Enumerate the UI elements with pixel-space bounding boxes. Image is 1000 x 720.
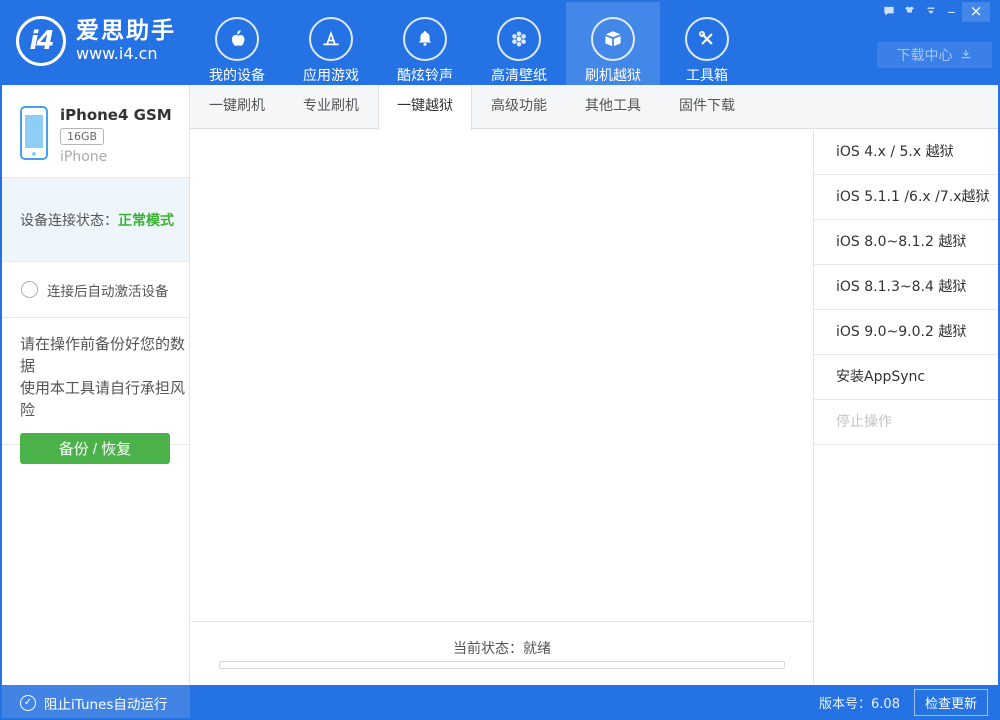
nav-label: 我的设备 (209, 65, 265, 85)
flower-icon (497, 17, 541, 61)
device-capacity-badge: 16GB (60, 128, 104, 145)
device-name: iPhone4 GSM (60, 106, 172, 124)
nav-item-wallpapers[interactable]: 高清壁纸 (472, 0, 566, 85)
menu-item-stop-operation[interactable]: 停止操作 (814, 400, 1000, 445)
apple-icon (215, 17, 259, 61)
block-itunes-label: 阻止iTunes自动运行 (44, 693, 167, 713)
jailbreak-menu: iOS 4.x / 5.x 越狱 iOS 5.1.1 /6.x /7.x越狱 i… (813, 130, 1000, 685)
auto-activate-option[interactable]: 连接后自动激活设备 (0, 262, 189, 318)
download-center-label: 下载中心 (897, 45, 953, 65)
main-nav: 我的设备 应用游戏 酷炫铃声 高清壁纸 (190, 0, 754, 85)
menu-item-ios813-84[interactable]: iOS 8.1.3~8.4 越狱 (814, 265, 1000, 310)
app-logo: i4 爱思助手 www.i4.cn (16, 16, 176, 66)
connection-status-label: 设备连接状态： (20, 210, 118, 230)
check-update-button[interactable]: 检查更新 (914, 689, 988, 716)
feedback-icon[interactable] (878, 0, 899, 22)
tab-advanced[interactable]: 高级功能 (472, 85, 566, 129)
nav-item-apps-games[interactable]: 应用游戏 (284, 0, 378, 85)
nav-item-flash-jailbreak[interactable]: 刷机越狱 (566, 0, 660, 85)
iphone-icon (20, 106, 48, 160)
logo-i4-icon: i4 (16, 16, 66, 66)
collapse-icon[interactable] (920, 0, 941, 22)
nav-label: 高清壁纸 (491, 65, 547, 85)
footer-bar: ✓ 阻止iTunes自动运行 版本号：6.08 检查更新 (0, 685, 1000, 720)
progress-bar (219, 661, 785, 669)
app-title: 爱思助手 (76, 19, 176, 44)
tab-pro-flash[interactable]: 专业刷机 (284, 85, 378, 129)
menu-item-ios511-6-7[interactable]: iOS 5.1.1 /6.x /7.x越狱 (814, 175, 1000, 220)
close-icon[interactable]: × (962, 0, 990, 22)
main-content: 当前状态：就绪 (191, 130, 813, 685)
warning-line-2: 使用本工具请自行承担风险 (20, 377, 189, 421)
current-status-text: 当前状态：就绪 (191, 638, 813, 658)
connection-status-value: 正常模式 (118, 210, 174, 230)
nav-item-my-devices[interactable]: 我的设备 (190, 0, 284, 85)
auto-activate-radio[interactable] (21, 281, 38, 298)
auto-activate-label: 连接后自动激活设备 (47, 280, 169, 300)
box-icon (591, 17, 635, 61)
app-window: i4 爱思助手 www.i4.cn 我的设备 应用游戏 (0, 0, 1000, 720)
menu-item-install-appsync[interactable]: 安装AppSync (814, 355, 1000, 400)
backup-restore-button[interactable]: 备份 / 恢复 (20, 433, 170, 464)
app-url: www.i4.cn (76, 44, 176, 64)
nav-label: 酷炫铃声 (397, 65, 453, 85)
connection-status-section: 设备连接状态：正常模式 (0, 178, 189, 262)
tools-icon (685, 17, 729, 61)
download-icon (959, 48, 973, 62)
block-itunes-option[interactable]: ✓ 阻止iTunes自动运行 (0, 685, 190, 720)
titlebar-controls: – × (878, 0, 990, 22)
version-text: 版本号：6.08 (819, 693, 900, 712)
nav-label: 应用游戏 (303, 65, 359, 85)
warning-line-1: 请在操作前备份好您的数据 (20, 333, 189, 377)
appstore-icon (309, 17, 353, 61)
tab-one-key-jailbreak[interactable]: 一键越狱 (378, 85, 472, 130)
nav-item-ringtones[interactable]: 酷炫铃声 (378, 0, 472, 85)
warning-section: 请在操作前备份好您的数据 使用本工具请自行承担风险 备份 / 恢复 (0, 318, 189, 445)
status-divider (191, 621, 813, 622)
check-circle-icon[interactable]: ✓ (20, 695, 36, 711)
device-info-section: iPhone4 GSM 16GB iPhone (0, 85, 189, 178)
device-type: iPhone (60, 149, 172, 165)
minimize-icon[interactable]: – (941, 0, 962, 22)
tab-firmware-download[interactable]: 固件下载 (660, 85, 754, 129)
jailbreak-tabbar: 一键刷机 专业刷机 一键越狱 高级功能 其他工具 固件下载 (190, 85, 1000, 129)
header: i4 爱思助手 www.i4.cn 我的设备 应用游戏 (0, 0, 1000, 85)
device-sidebar: iPhone4 GSM 16GB iPhone 设备连接状态：正常模式 连接后自… (0, 85, 190, 685)
download-center-button[interactable]: 下载中心 (877, 42, 992, 68)
skin-icon[interactable] (899, 0, 920, 22)
nav-label: 刷机越狱 (585, 65, 641, 85)
menu-item-ios4-5[interactable]: iOS 4.x / 5.x 越狱 (814, 130, 1000, 175)
menu-item-ios80-812[interactable]: iOS 8.0~8.1.2 越狱 (814, 220, 1000, 265)
tab-one-key-flash[interactable]: 一键刷机 (190, 85, 284, 129)
tab-other-tools[interactable]: 其他工具 (566, 85, 660, 129)
bell-icon (403, 17, 447, 61)
nav-item-toolbox[interactable]: 工具箱 (660, 0, 754, 85)
menu-item-ios90-902[interactable]: iOS 9.0~9.0.2 越狱 (814, 310, 1000, 355)
nav-label: 工具箱 (686, 65, 728, 85)
